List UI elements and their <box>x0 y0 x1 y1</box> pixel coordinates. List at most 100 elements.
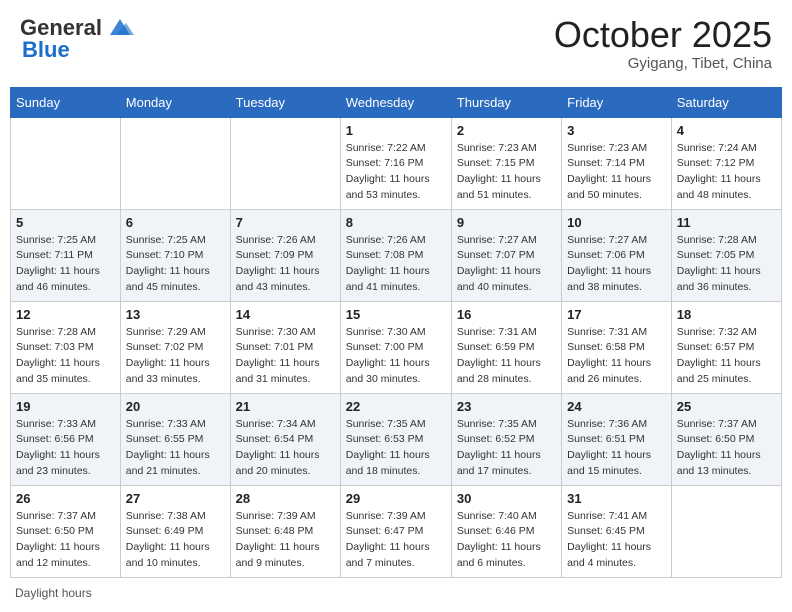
day-number: 13 <box>126 307 225 322</box>
day-of-week-header: Monday <box>120 87 230 117</box>
day-of-week-header: Saturday <box>671 87 781 117</box>
day-info: Sunrise: 7:31 AMSunset: 6:59 PMDaylight:… <box>457 325 556 388</box>
day-info: Sunrise: 7:35 AMSunset: 6:53 PMDaylight:… <box>346 417 446 480</box>
title-block: October 2025 Gyigang, Tibet, China <box>554 15 772 72</box>
day-info: Sunrise: 7:28 AMSunset: 7:03 PMDaylight:… <box>16 325 115 388</box>
month-title: October 2025 <box>554 15 772 55</box>
day-number: 9 <box>457 215 556 230</box>
calendar-cell: 9 Sunrise: 7:27 AMSunset: 7:07 PMDaylight… <box>451 209 561 301</box>
day-info: Sunrise: 7:39 AMSunset: 6:47 PMDaylight:… <box>346 509 446 572</box>
calendar-cell: 23 Sunrise: 7:35 AMSunset: 6:52 PMDayligh… <box>451 393 561 485</box>
day-info: Sunrise: 7:35 AMSunset: 6:52 PMDaylight:… <box>457 417 556 480</box>
calendar-cell: 27Sunrise: 7:38 AMSunset: 6:49 PMDayligh… <box>120 485 230 577</box>
day-number: 8 <box>346 215 446 230</box>
day-info: Sunrise: 7:29 AMSunset: 7:02 PMDaylight:… <box>126 325 225 388</box>
footer-note: Daylight hours <box>10 586 782 600</box>
day-number: 31 <box>567 491 666 506</box>
day-number: 24 <box>567 399 666 414</box>
calendar-cell: 30 Sunrise: 7:40 AMSunset: 6:46 PMDayligh… <box>451 485 561 577</box>
calendar-cell: 12Sunrise: 7:28 AMSunset: 7:03 PMDayligh… <box>11 301 121 393</box>
calendar-cell: 19Sunrise: 7:33 AMSunset: 6:56 PMDayligh… <box>11 393 121 485</box>
calendar-cell: 5 Sunrise: 7:25 AMSunset: 7:11 PMDaylight… <box>11 209 121 301</box>
calendar-week-row: 19Sunrise: 7:33 AMSunset: 6:56 PMDayligh… <box>11 393 782 485</box>
day-info: Sunrise: 7:32 AMSunset: 6:57 PMDaylight:… <box>677 325 776 388</box>
day-info: Sunrise: 7:28 AMSunset: 7:05 PMDaylight:… <box>677 233 776 296</box>
calendar-cell: 13 Sunrise: 7:29 AMSunset: 7:02 PMDayligh… <box>120 301 230 393</box>
calendar-cell <box>230 117 340 209</box>
logo-blue-text: Blue <box>22 37 70 63</box>
calendar-week-row: 5 Sunrise: 7:25 AMSunset: 7:11 PMDaylight… <box>11 209 782 301</box>
calendar-cell: 3 Sunrise: 7:23 AMSunset: 7:14 PMDaylight… <box>562 117 672 209</box>
day-info: Sunrise: 7:36 AMSunset: 6:51 PMDaylight:… <box>567 417 666 480</box>
calendar-cell <box>11 117 121 209</box>
day-of-week-header: Friday <box>562 87 672 117</box>
calendar-week-row: 26 Sunrise: 7:37 AMSunset: 6:50 PMDayligh… <box>11 485 782 577</box>
calendar-cell: 26 Sunrise: 7:37 AMSunset: 6:50 PMDayligh… <box>11 485 121 577</box>
day-number: 15 <box>346 307 446 322</box>
day-info: Sunrise: 7:23 AMSunset: 7:14 PMDaylight:… <box>567 141 666 204</box>
day-number: 27 <box>126 491 225 506</box>
calendar-cell: 11 Sunrise: 7:28 AMSunset: 7:05 PMDayligh… <box>671 209 781 301</box>
day-info: Sunrise: 7:37 AMSunset: 6:50 PMDaylight:… <box>16 509 115 572</box>
day-number: 30 <box>457 491 556 506</box>
calendar-cell: 24 Sunrise: 7:36 AMSunset: 6:51 PMDayligh… <box>562 393 672 485</box>
calendar-cell: 1Sunrise: 7:22 AMSunset: 7:16 PMDaylight… <box>340 117 451 209</box>
page-header: General Blue October 2025 Gyigang, Tibet… <box>10 10 782 77</box>
day-number: 22 <box>346 399 446 414</box>
day-of-week-header: Thursday <box>451 87 561 117</box>
logo: General Blue <box>20 15 134 63</box>
calendar-week-row: 12Sunrise: 7:28 AMSunset: 7:03 PMDayligh… <box>11 301 782 393</box>
calendar-cell: 15Sunrise: 7:30 AMSunset: 7:00 PMDayligh… <box>340 301 451 393</box>
calendar-cell <box>671 485 781 577</box>
day-number: 7 <box>236 215 335 230</box>
day-number: 11 <box>677 215 776 230</box>
calendar-table: SundayMondayTuesdayWednesdayThursdayFrid… <box>10 87 782 578</box>
day-number: 10 <box>567 215 666 230</box>
day-info: Sunrise: 7:27 AMSunset: 7:07 PMDaylight:… <box>457 233 556 296</box>
day-number: 21 <box>236 399 335 414</box>
calendar-cell: 2Sunrise: 7:23 AMSunset: 7:15 PMDaylight… <box>451 117 561 209</box>
day-of-week-header: Wednesday <box>340 87 451 117</box>
day-number: 23 <box>457 399 556 414</box>
day-info: Sunrise: 7:37 AMSunset: 6:50 PMDaylight:… <box>677 417 776 480</box>
calendar-cell: 6Sunrise: 7:25 AMSunset: 7:10 PMDaylight… <box>120 209 230 301</box>
day-number: 28 <box>236 491 335 506</box>
calendar-cell: 20Sunrise: 7:33 AMSunset: 6:55 PMDayligh… <box>120 393 230 485</box>
logo-icon <box>106 17 134 39</box>
calendar-cell: 29 Sunrise: 7:39 AMSunset: 6:47 PMDayligh… <box>340 485 451 577</box>
day-number: 20 <box>126 399 225 414</box>
day-number: 29 <box>346 491 446 506</box>
day-number: 5 <box>16 215 115 230</box>
calendar-cell: 7 Sunrise: 7:26 AMSunset: 7:09 PMDaylight… <box>230 209 340 301</box>
calendar-cell: 28 Sunrise: 7:39 AMSunset: 6:48 PMDayligh… <box>230 485 340 577</box>
calendar-week-row: 1Sunrise: 7:22 AMSunset: 7:16 PMDaylight… <box>11 117 782 209</box>
day-number: 25 <box>677 399 776 414</box>
day-info: Sunrise: 7:25 AMSunset: 7:11 PMDaylight:… <box>16 233 115 296</box>
calendar-cell: 25 Sunrise: 7:37 AMSunset: 6:50 PMDayligh… <box>671 393 781 485</box>
calendar-cell: 4Sunrise: 7:24 AMSunset: 7:12 PMDaylight… <box>671 117 781 209</box>
calendar-cell <box>120 117 230 209</box>
day-info: Sunrise: 7:30 AMSunset: 7:01 PMDaylight:… <box>236 325 335 388</box>
day-number: 6 <box>126 215 225 230</box>
calendar-cell: 22 Sunrise: 7:35 AMSunset: 6:53 PMDayligh… <box>340 393 451 485</box>
day-info: Sunrise: 7:40 AMSunset: 6:46 PMDaylight:… <box>457 509 556 572</box>
day-info: Sunrise: 7:24 AMSunset: 7:12 PMDaylight:… <box>677 141 776 204</box>
day-info: Sunrise: 7:33 AMSunset: 6:56 PMDaylight:… <box>16 417 115 480</box>
day-number: 14 <box>236 307 335 322</box>
calendar-cell: 18Sunrise: 7:32 AMSunset: 6:57 PMDayligh… <box>671 301 781 393</box>
day-info: Sunrise: 7:27 AMSunset: 7:06 PMDaylight:… <box>567 233 666 296</box>
day-of-week-header: Tuesday <box>230 87 340 117</box>
calendar-cell: 14 Sunrise: 7:30 AMSunset: 7:01 PMDayligh… <box>230 301 340 393</box>
calendar-header-row: SundayMondayTuesdayWednesdayThursdayFrid… <box>11 87 782 117</box>
day-info: Sunrise: 7:34 AMSunset: 6:54 PMDaylight:… <box>236 417 335 480</box>
day-info: Sunrise: 7:26 AMSunset: 7:08 PMDaylight:… <box>346 233 446 296</box>
day-info: Sunrise: 7:22 AMSunset: 7:16 PMDaylight:… <box>346 141 446 204</box>
day-info: Sunrise: 7:39 AMSunset: 6:48 PMDaylight:… <box>236 509 335 572</box>
calendar-cell: 31Sunrise: 7:41 AMSunset: 6:45 PMDayligh… <box>562 485 672 577</box>
day-info: Sunrise: 7:26 AMSunset: 7:09 PMDaylight:… <box>236 233 335 296</box>
calendar-cell: 17Sunrise: 7:31 AMSunset: 6:58 PMDayligh… <box>562 301 672 393</box>
calendar-cell: 21 Sunrise: 7:34 AMSunset: 6:54 PMDayligh… <box>230 393 340 485</box>
day-number: 26 <box>16 491 115 506</box>
location-subtitle: Gyigang, Tibet, China <box>554 55 772 72</box>
day-number: 3 <box>567 123 666 138</box>
